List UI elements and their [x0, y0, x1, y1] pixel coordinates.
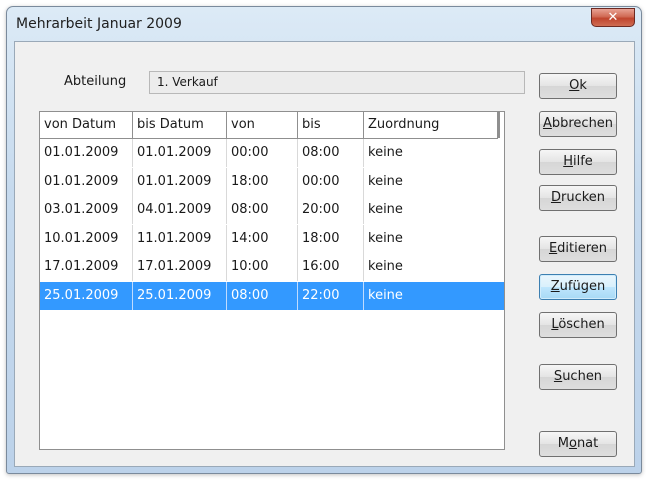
cell-bis-datum: 25.01.2009	[133, 281, 227, 310]
cell-von: 10:00	[227, 253, 298, 281]
close-icon: ✕	[607, 10, 619, 25]
table-row[interactable]: 25.01.2009 25.01.2009 08:00 22:00 keine	[40, 281, 504, 310]
column-header-bis-datum[interactable]: bis Datum	[133, 112, 227, 138]
close-button[interactable]: ✕	[591, 8, 635, 27]
ok-button[interactable]: Ok	[539, 73, 617, 99]
cell-bis-datum: 01.01.2009	[133, 139, 227, 167]
cell-von: 14:00	[227, 224, 298, 253]
cell-zuordnung: keine	[368, 287, 403, 303]
button-label-part: uchen	[562, 369, 603, 384]
dialog-client-area: Abteilung 1. Verkauf von Datum bis Datum…	[14, 41, 635, 467]
cell-zuordnung: keine	[368, 259, 403, 274]
table-row[interactable]: 10.01.2009 11.01.2009 14:00 18:00 keine	[40, 224, 504, 253]
cell-von-datum: 25.01.2009	[40, 281, 133, 310]
button-accelerator-key: S	[553, 369, 563, 384]
column-header-von[interactable]: von	[227, 112, 298, 138]
button-label-part: ilfe	[572, 154, 593, 169]
button-label-part: bbrechen	[551, 116, 614, 131]
table-row[interactable]: 01.01.2009 01.01.2009 00:00 08:00 keine	[40, 139, 504, 167]
cell-bis: 22:00	[298, 281, 364, 310]
zufuegen-button[interactable]: Zufügen	[539, 274, 617, 300]
drucken-button[interactable]: Drucken	[539, 185, 617, 211]
button-label-part: ufügen	[559, 279, 606, 294]
table-row[interactable]: 01.01.2009 01.01.2009 18:00 00:00 keine	[40, 167, 504, 196]
button-accelerator-key: A	[542, 116, 552, 131]
loeschen-button[interactable]: Löschen	[539, 312, 617, 338]
column-header-zuordnung[interactable]: Zuordnung	[364, 112, 498, 138]
cell-bis-datum: 01.01.2009	[133, 167, 227, 196]
table-header: von Datum bis Datum von bis Zuordnung	[40, 112, 498, 139]
header-divider	[498, 112, 504, 138]
cell-von-datum: 17.01.2009	[40, 253, 133, 281]
abteilung-field: 1. Verkauf	[149, 71, 525, 94]
cell-zuordnung: keine	[368, 202, 403, 217]
cell-bis: 18:00	[298, 224, 364, 253]
button-accelerator-key: D	[550, 190, 561, 205]
monat-button[interactable]: Monat	[539, 431, 617, 457]
cell-von-datum: 01.01.2009	[40, 139, 133, 167]
suchen-button[interactable]: Suchen	[539, 364, 617, 390]
cell-von-datum: 01.01.2009	[40, 167, 133, 196]
cell-von: 08:00	[227, 196, 298, 224]
column-header-von-datum[interactable]: von Datum	[40, 112, 133, 138]
button-label-part: ditieren	[557, 241, 608, 256]
cell-zuordnung: keine	[368, 230, 403, 246]
button-label-part: öschen	[558, 317, 605, 332]
cell-bis: 16:00	[298, 253, 364, 281]
cell-von: 18:00	[227, 167, 298, 196]
editieren-button[interactable]: Editieren	[539, 236, 617, 262]
cell-zuordnung: keine	[368, 145, 403, 160]
button-label-part: k	[579, 78, 587, 93]
button-label-part: M	[557, 436, 569, 451]
mehrarbeit-table[interactable]: von Datum bis Datum von bis Zuordnung 01…	[39, 111, 505, 450]
cell-bis-datum: 17.01.2009	[133, 253, 227, 281]
button-accelerator-key: E	[548, 241, 558, 256]
column-header-bis[interactable]: bis	[298, 112, 364, 138]
hilfe-button[interactable]: Hilfe	[539, 149, 617, 175]
button-accelerator-key: Z	[550, 279, 560, 294]
cell-bis-datum: 11.01.2009	[133, 224, 227, 253]
button-accelerator-key: o	[568, 436, 577, 451]
cell-bis: 08:00	[298, 139, 364, 167]
cell-zuordnung: keine	[368, 173, 403, 189]
abteilung-label: Abteilung	[64, 74, 127, 89]
window-title: Mehrarbeit Januar 2009	[16, 16, 182, 32]
table-row[interactable]: 03.01.2009 04.01.2009 08:00 20:00 keine	[40, 196, 504, 224]
title-bar[interactable]: Mehrarbeit Januar 2009 ✕	[7, 7, 641, 41]
button-label-part: nat	[576, 436, 599, 451]
cell-von-datum: 10.01.2009	[40, 224, 133, 253]
cell-bis: 00:00	[298, 167, 364, 196]
cell-bis-datum: 04.01.2009	[133, 196, 227, 224]
button-accelerator-key: O	[569, 78, 580, 93]
dialog-window: Mehrarbeit Januar 2009 ✕ Abteilung 1. Ve…	[6, 6, 642, 474]
cell-bis: 20:00	[298, 196, 364, 224]
cell-von: 08:00	[227, 281, 298, 310]
button-label-part: rucken	[560, 190, 606, 205]
cell-von-datum: 03.01.2009	[40, 196, 133, 224]
button-accelerator-key: H	[563, 154, 573, 169]
table-row[interactable]: 17.01.2009 17.01.2009 10:00 16:00 keine	[40, 253, 504, 281]
abbrechen-button[interactable]: Abbrechen	[539, 111, 617, 137]
cell-von: 00:00	[227, 139, 298, 167]
